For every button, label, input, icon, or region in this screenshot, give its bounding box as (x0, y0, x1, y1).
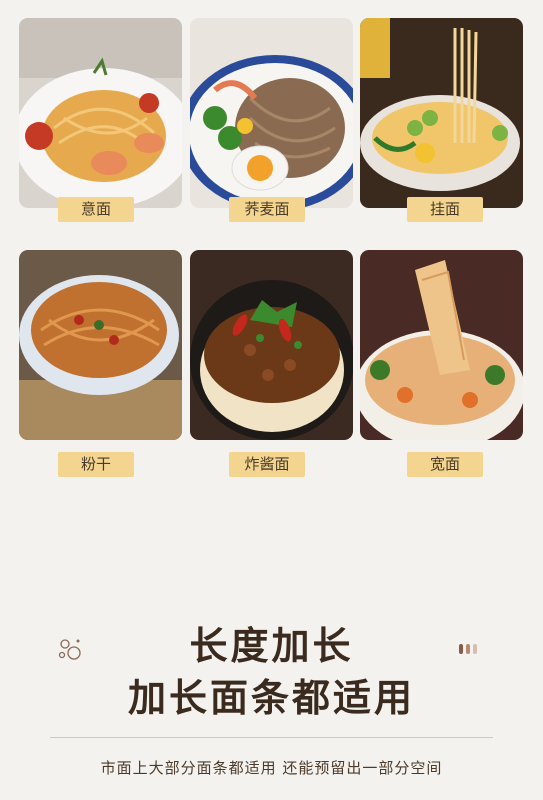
heading-line-2: 加长面条都适用 (127, 676, 415, 720)
subtitle: 市面上大部分面条都适用 还能预留出一部分空间 (100, 759, 443, 777)
label-dried-noodles: 挂面 (407, 197, 483, 222)
noodle-soup-image (360, 18, 523, 208)
photo-buckwheat-noodles (190, 18, 353, 208)
divider (50, 737, 493, 738)
photo-noodle-soup (360, 18, 523, 208)
photo-spaghetti-shrimp (19, 18, 182, 208)
photo-rice-vermicelli (19, 250, 182, 440)
rice-vermicelli-image (19, 250, 182, 440)
noodle-grid: 意面 荞麦面 挂面 粉干 炸酱面 宽面 (0, 0, 543, 500)
buckwheat-noodles-image (190, 18, 353, 208)
heading-line-1: 长度加长 (189, 624, 354, 668)
label-rice-vermicelli: 粉干 (58, 452, 134, 477)
label-buckwheat: 荞麦面 (229, 197, 305, 222)
label-pasta: 意面 (58, 197, 134, 222)
wide-noodles-image (360, 250, 523, 440)
label-wide-noodles: 宽面 (407, 452, 483, 477)
photo-wide-noodles (360, 250, 523, 440)
photo-zhajiang-noodles (190, 250, 353, 440)
label-zhajiang: 炸酱面 (229, 452, 305, 477)
spaghetti-shrimp-image (19, 18, 182, 208)
zhajiang-noodles-image (190, 250, 353, 440)
